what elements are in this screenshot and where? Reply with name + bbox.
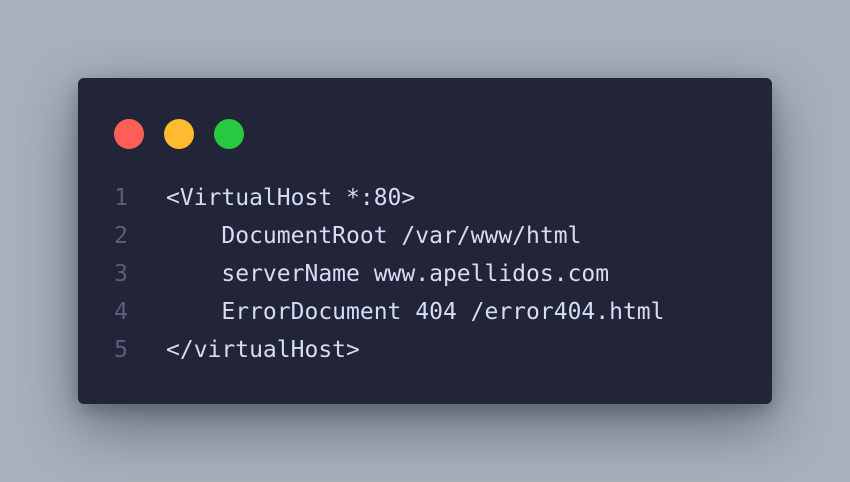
line-number: 5 (114, 337, 128, 363)
code-line: 1 <VirtualHost *:80> (78, 179, 665, 217)
line-number: 1 (114, 185, 128, 211)
code-text: ErrorDocument 404 /error404.html (166, 299, 665, 325)
line-number: 3 (114, 261, 128, 287)
window-controls (114, 119, 244, 149)
code-text: serverName www.apellidos.com (166, 261, 610, 287)
code-line: 2 DocumentRoot /var/www/html (78, 217, 665, 255)
code-line: 4 ErrorDocument 404 /error404.html (78, 293, 665, 331)
code-text: DocumentRoot /var/www/html (166, 223, 582, 249)
code-line: 3 serverName www.apellidos.com (78, 255, 665, 293)
line-number: 2 (114, 223, 128, 249)
maximize-button[interactable] (214, 119, 244, 149)
close-button[interactable] (114, 119, 144, 149)
code-block: 1 <VirtualHost *:80> 2 DocumentRoot /var… (78, 179, 665, 369)
code-line: 5 </virtualHost> (78, 331, 665, 369)
code-window: 1 <VirtualHost *:80> 2 DocumentRoot /var… (78, 78, 772, 404)
minimize-button[interactable] (164, 119, 194, 149)
line-number: 4 (114, 299, 128, 325)
code-text: <VirtualHost *:80> (166, 185, 416, 211)
code-text: </virtualHost> (166, 337, 360, 363)
